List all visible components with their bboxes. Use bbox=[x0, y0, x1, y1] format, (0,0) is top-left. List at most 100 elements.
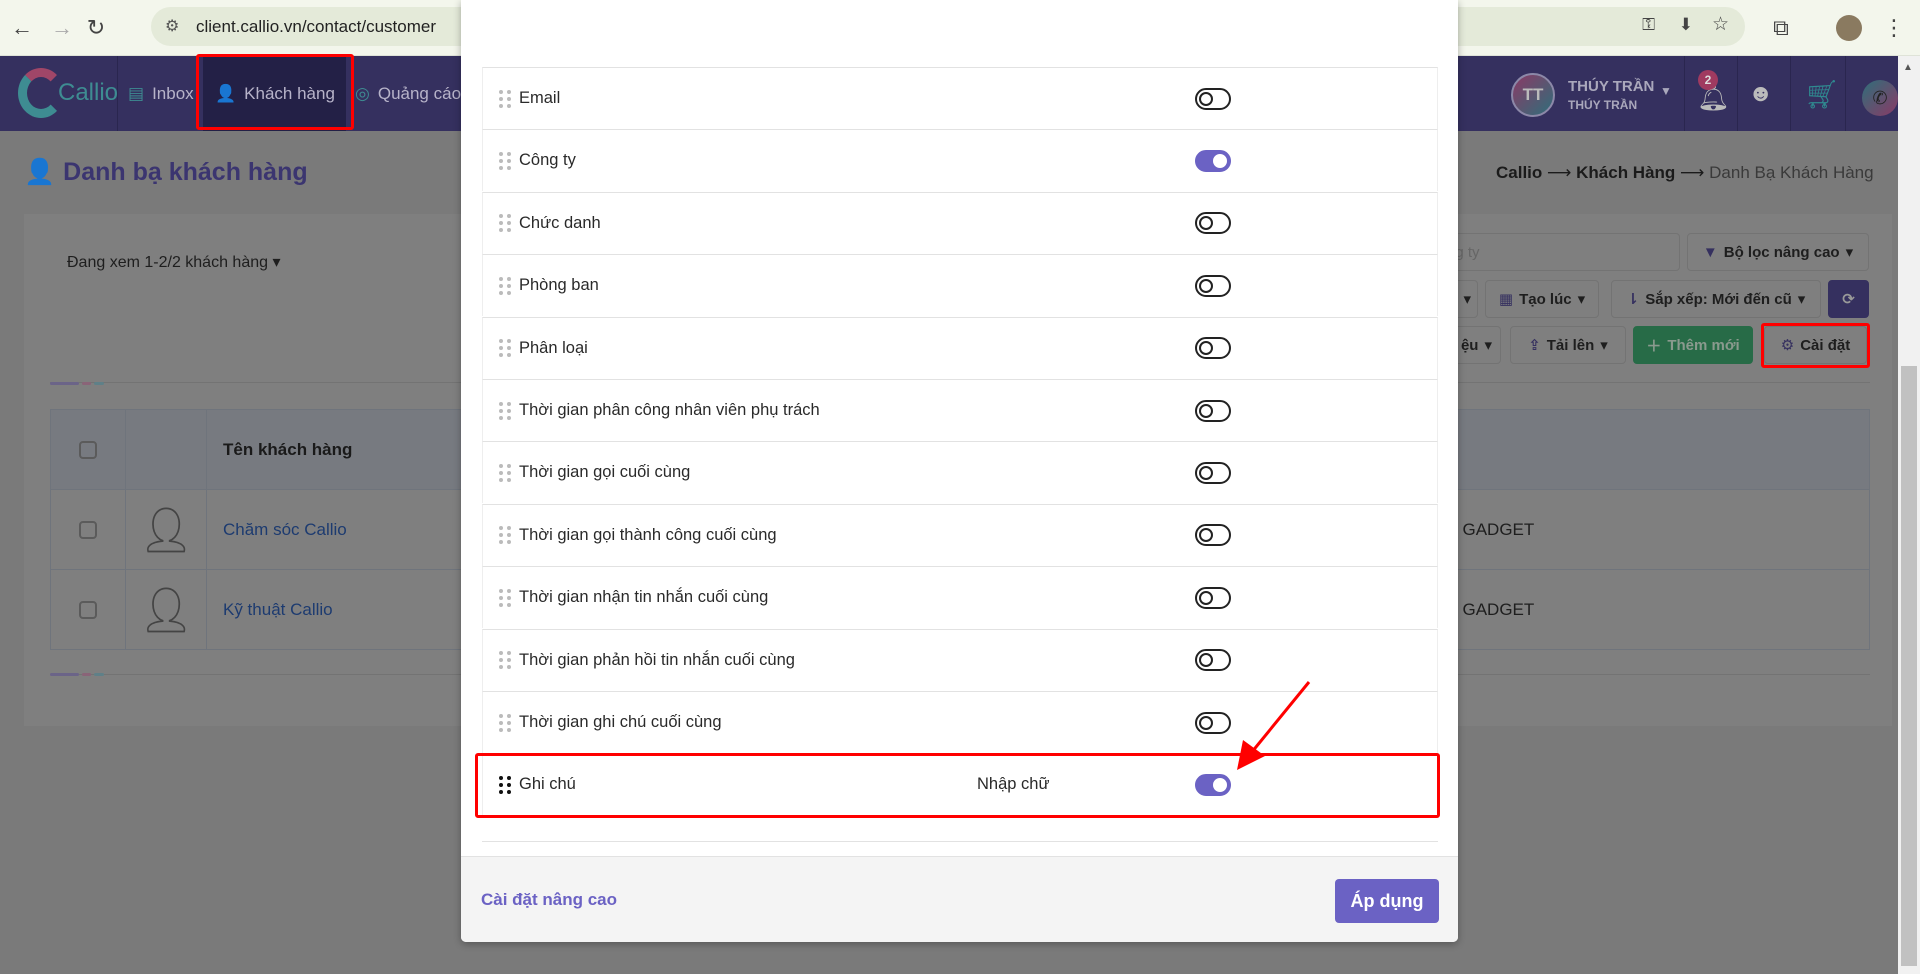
phone-icon[interactable]: ✆ bbox=[1862, 80, 1898, 116]
field-row: Công ty bbox=[482, 129, 1438, 192]
breadcrumb: Callio ⟶ Khách Hàng ⟶ Danh Bạ Khách Hàng bbox=[1496, 163, 1874, 182]
drag-handle-icon[interactable] bbox=[499, 89, 511, 108]
field-row: Email bbox=[482, 67, 1438, 129]
select-all-checkbox[interactable] bbox=[79, 440, 97, 459]
highlight-box bbox=[1761, 323, 1870, 368]
scrollbar-thumb[interactable] bbox=[1901, 366, 1917, 966]
field-row: Chức danh bbox=[482, 191, 1438, 254]
extensions-icon[interactable]: ⧉ bbox=[1767, 14, 1795, 42]
nav-inbox[interactable]: ▤ Inbox bbox=[128, 56, 194, 131]
target-icon: ◎ bbox=[355, 83, 370, 103]
site-settings-icon[interactable]: ⚙ bbox=[165, 16, 179, 36]
field-label: Thời gian ghi chú cuối cùng bbox=[519, 713, 722, 731]
inbox-icon: ▤ bbox=[128, 83, 145, 103]
drag-handle-icon[interactable] bbox=[499, 401, 511, 420]
field-label: Chức danh bbox=[519, 213, 601, 232]
drag-handle-icon[interactable] bbox=[499, 651, 511, 670]
customer-link[interactable]: Kỹ thuật Callio bbox=[223, 600, 333, 619]
field-row: Phòng ban bbox=[482, 254, 1438, 317]
visibility-toggle[interactable] bbox=[1195, 586, 1231, 609]
breadcrumb-current: Danh Bạ Khách Hàng bbox=[1709, 163, 1874, 182]
field-label: Thời gian gọi cuối cùng bbox=[519, 463, 691, 482]
field-row: Thời gian phân công nhân viên phụ trách bbox=[482, 379, 1438, 441]
install-icon[interactable]: ⬇ bbox=[1679, 15, 1693, 35]
user-avatar[interactable]: TT bbox=[1511, 73, 1555, 117]
visibility-toggle[interactable] bbox=[1195, 274, 1231, 297]
caret-down-icon[interactable]: ▼ bbox=[1660, 84, 1672, 98]
field-label: Thời gian gọi thành công cuối cùng bbox=[519, 525, 777, 544]
field-row: Thời gian nhận tin nhắn cuối cùng bbox=[482, 566, 1438, 629]
field-label: Công ty bbox=[519, 151, 576, 170]
cart-icon[interactable]: 🛒︎ bbox=[1804, 78, 1840, 111]
drag-handle-icon[interactable] bbox=[499, 463, 511, 482]
breadcrumb-item[interactable]: Callio bbox=[1496, 163, 1542, 182]
calendar-icon: ▦ bbox=[1498, 291, 1514, 308]
star-icon[interactable]: ☆ bbox=[1712, 13, 1729, 36]
field-label: Thời gian phân công nhân viên phụ trách bbox=[519, 401, 820, 419]
back-icon[interactable]: ← bbox=[8, 14, 36, 42]
drag-handle-icon[interactable] bbox=[499, 151, 511, 170]
drag-handle-icon[interactable] bbox=[499, 276, 511, 295]
breadcrumb-item[interactable]: Khách Hàng bbox=[1576, 163, 1675, 182]
field-label: Email bbox=[519, 89, 561, 107]
forward-icon[interactable]: → bbox=[48, 14, 76, 42]
viewing-dropdown[interactable]: Đang xem 1-2/2 khách hàng ▾ bbox=[67, 252, 281, 272]
page-title: 👤 Danh bạ khách hàng bbox=[24, 158, 308, 186]
profile-avatar[interactable] bbox=[1836, 15, 1862, 41]
reload-icon[interactable]: ↻ bbox=[82, 14, 110, 42]
visibility-toggle[interactable] bbox=[1195, 399, 1231, 422]
field-label: Phòng ban bbox=[519, 276, 599, 295]
visibility-toggle[interactable] bbox=[1195, 461, 1231, 484]
modal-footer: Cài đặt nâng cao Áp dụng bbox=[461, 856, 1458, 942]
visibility-toggle[interactable] bbox=[1195, 649, 1231, 672]
filter-icon: ▼ bbox=[1702, 243, 1718, 261]
row-checkbox[interactable] bbox=[79, 600, 97, 619]
annotation-arrow bbox=[1237, 681, 1311, 770]
add-new-button[interactable]: ＋ Thêm mới bbox=[1633, 326, 1753, 364]
visibility-toggle[interactable] bbox=[1195, 212, 1231, 235]
upload-button[interactable]: ⇪ Tải lên ▾ bbox=[1510, 326, 1626, 364]
highlight-box bbox=[196, 54, 354, 130]
field-label: Thời gian phản hồi tin nhắn cuối cùng bbox=[519, 650, 795, 669]
field-row: Thời gian gọi thành công cuối cùng bbox=[482, 503, 1438, 566]
avatar: 👤︎ bbox=[125, 489, 207, 570]
visibility-toggle[interactable] bbox=[1195, 524, 1231, 547]
advanced-settings-link[interactable]: Cài đặt nâng cao bbox=[481, 890, 617, 910]
drag-handle-icon[interactable] bbox=[499, 713, 511, 732]
drag-handle-icon[interactable] bbox=[499, 214, 511, 233]
plus-icon: ＋ bbox=[1646, 337, 1662, 355]
sort-button[interactable]: ⇂ Sắp xếp: Mới đến cũ ▾ bbox=[1611, 280, 1821, 318]
advanced-filter-button[interactable]: ▼ Bộ lọc nâng cao ▾ bbox=[1687, 233, 1869, 271]
field-row: Phân loại bbox=[482, 316, 1438, 379]
avatar: 👤︎ bbox=[125, 569, 207, 650]
field-label: Phân loại bbox=[519, 338, 588, 357]
customer-link[interactable]: Chăm sóc Callio bbox=[223, 520, 347, 539]
row-checkbox[interactable] bbox=[79, 520, 97, 539]
upload-icon: ⇪ bbox=[1528, 337, 1541, 354]
notification-badge: 2 bbox=[1698, 70, 1718, 90]
field-row: Thời gian gọi cuối cùng bbox=[482, 441, 1438, 504]
logo[interactable]: Callio bbox=[18, 68, 118, 118]
refresh-button[interactable]: ⟳ bbox=[1828, 280, 1869, 318]
field-label: Thời gian nhận tin nhắn cuối cùng bbox=[519, 588, 769, 607]
support-agent-icon[interactable]: ☻ bbox=[1748, 80, 1773, 108]
visibility-toggle[interactable] bbox=[1195, 149, 1231, 172]
column-settings-modal: Email Công ty Chức danh Phòng ban Phân loại T… bbox=[461, 0, 1458, 942]
menu-icon[interactable]: ⋮ bbox=[1880, 14, 1908, 42]
apply-button[interactable]: Áp dụng bbox=[1335, 879, 1439, 923]
visibility-toggle[interactable] bbox=[1195, 87, 1231, 110]
key-icon[interactable]: ⚿ bbox=[1642, 15, 1655, 35]
drag-handle-icon[interactable] bbox=[499, 339, 511, 358]
drag-handle-icon[interactable] bbox=[499, 588, 511, 607]
nav-ads[interactable]: ◎ Quảng cáo bbox=[355, 56, 461, 131]
user-sub: THÚY TRẦN bbox=[1568, 98, 1638, 112]
sort-icon: ⇂ bbox=[1626, 291, 1640, 308]
user-name[interactable]: THÚY TRẦN bbox=[1568, 78, 1654, 95]
url-text: client.callio.vn/contact/customer bbox=[196, 17, 436, 36]
refresh-icon: ⟳ bbox=[1842, 291, 1855, 308]
user-search-icon: 👤 bbox=[24, 158, 56, 186]
created-filter-button[interactable]: ▦ Tạo lúc ▾ bbox=[1485, 280, 1599, 318]
visibility-toggle[interactable] bbox=[1195, 337, 1231, 360]
drag-handle-icon[interactable] bbox=[499, 526, 511, 545]
scrollbar[interactable]: ▲ bbox=[1898, 56, 1920, 974]
